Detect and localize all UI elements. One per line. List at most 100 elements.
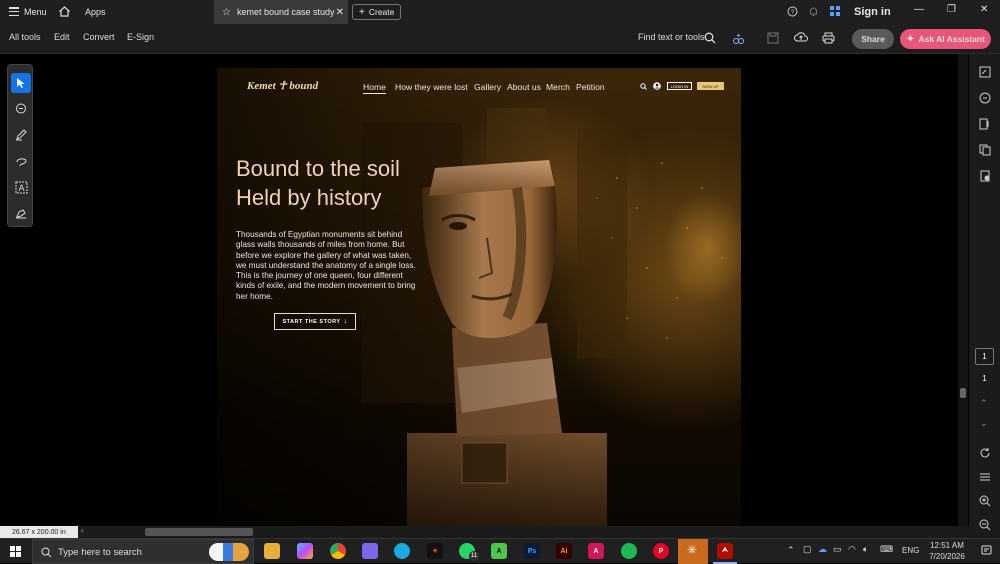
user-icon[interactable] (653, 82, 661, 90)
share-button[interactable]: Share (852, 29, 894, 49)
photoshop-icon[interactable]: Ps (524, 543, 540, 559)
bookmark-icon[interactable] (979, 118, 991, 130)
main-toolbar: All tools Edit Convert E-Sign Find text … (0, 24, 1000, 54)
chrome-icon[interactable] (330, 543, 346, 559)
svg-text:A: A (18, 183, 24, 193)
comment-rail-icon[interactable] (979, 92, 991, 104)
nav-home[interactable]: Home (363, 82, 386, 94)
page-up-icon[interactable]: ⌃ (980, 398, 988, 409)
site-search-icon[interactable] (640, 83, 647, 90)
help-icon[interactable]: ? (787, 6, 798, 17)
draw-tool-icon[interactable] (11, 151, 31, 171)
star-icon[interactable]: ☆ (222, 7, 231, 18)
horizontal-scroll-thumb[interactable] (145, 528, 253, 536)
upload-cloud-icon[interactable] (794, 31, 808, 44)
status-bar: 26.67 x 200.00 in ‹ (0, 526, 969, 538)
bell-icon[interactable] (808, 6, 819, 17)
whatsapp-badge: 11 (469, 551, 479, 561)
nav-gallery[interactable]: Gallery (474, 82, 501, 92)
select-tool-icon[interactable] (11, 73, 31, 93)
home-icon[interactable] (58, 5, 71, 18)
restore-icon[interactable]: ❐ (947, 4, 956, 15)
close-window-icon[interactable]: ✕ (980, 4, 988, 15)
edit-pdf-icon[interactable] (979, 66, 991, 78)
file-explorer-icon[interactable] (264, 543, 280, 559)
sign-in-link[interactable]: Sign in (854, 6, 891, 18)
android-studio-icon[interactable]: A (491, 543, 507, 559)
site-logo[interactable]: Kemet ☥ bound (247, 79, 318, 92)
comment-tool-icon[interactable] (11, 99, 31, 119)
right-rail: 1 1 ⌃ ⌄ (969, 54, 1000, 538)
save-icon[interactable] (767, 32, 779, 44)
page-number-input[interactable]: 1 (975, 348, 994, 365)
keyboard-icon[interactable]: ⌨ (880, 544, 893, 555)
tray-chevron-icon[interactable]: ⌃ (787, 545, 795, 556)
taskbar-search-box[interactable]: Type here to search (32, 539, 254, 564)
refresh-icon[interactable] (979, 447, 991, 459)
sparkle-tools-icon[interactable] (732, 32, 745, 45)
battery-icon[interactable]: ▭ (833, 544, 842, 555)
start-story-button[interactable]: START THE STORY ↓ (274, 313, 356, 330)
menu-button[interactable]: Menu (24, 7, 47, 17)
ask-ai-label: Ask AI Assistant (918, 34, 985, 44)
windows-start-icon[interactable] (10, 546, 21, 557)
esign-button[interactable]: E-Sign (127, 32, 154, 42)
clock[interactable]: 12:51 AM 7/20/2026 (922, 540, 972, 562)
pinterest-icon[interactable]: P (653, 543, 669, 559)
zoom-in-icon[interactable] (979, 495, 991, 507)
vertical-scroll-thumb[interactable] (960, 388, 966, 398)
fit-page-icon[interactable] (979, 471, 991, 483)
sign-tool-icon[interactable] (11, 203, 31, 223)
onedrive-icon[interactable]: ☁ (818, 544, 827, 555)
soccer-ball-icon[interactable] (209, 543, 249, 561)
nav-how-lost[interactable]: How they were lost (395, 82, 468, 92)
edit-button[interactable]: Edit (54, 32, 70, 42)
ask-ai-button[interactable]: ✦ Ask AI Assistant (900, 29, 991, 49)
vertical-scrollbar[interactable] (958, 54, 968, 526)
text-tool-icon[interactable]: A (11, 177, 31, 197)
search-icon[interactable] (704, 32, 716, 44)
hamburger-icon[interactable] (9, 7, 19, 17)
volume-icon[interactable]: 🔈︎ (863, 544, 868, 555)
canva-icon[interactable] (394, 543, 410, 559)
language-indicator[interactable]: ENG (902, 546, 919, 555)
wifi-icon[interactable]: ◠ (848, 544, 856, 555)
claude-app-icon[interactable]: ✳ (678, 539, 708, 564)
page-size-label: 26.67 x 200.00 in (0, 526, 78, 538)
page-down-icon[interactable]: ⌄ (980, 418, 988, 429)
signup-button[interactable]: SIGN UP (697, 82, 724, 90)
spotify-icon[interactable] (621, 543, 637, 559)
page-total: 1 (982, 374, 987, 383)
acrobat-reader-icon[interactable]: ⮝ (717, 543, 733, 559)
app-grid-icon[interactable] (829, 5, 841, 17)
tray-device-icon[interactable]: ▢ (803, 544, 812, 555)
copilot-icon[interactable] (297, 543, 313, 559)
acrobat-app-icon[interactable]: A (588, 543, 604, 559)
arrow-down-icon: ↓ (343, 318, 348, 325)
clock-time: 12:51 AM (930, 541, 964, 550)
convert-button[interactable]: Convert (83, 32, 115, 42)
minimize-icon[interactable]: — (914, 4, 924, 15)
login-button[interactable]: LOGIN IN (667, 82, 692, 90)
highlight-tool-icon[interactable] (11, 125, 31, 145)
apps-button[interactable]: Apps (85, 7, 106, 17)
nav-merch[interactable]: Merch (546, 82, 570, 92)
all-tools-button[interactable]: All tools (9, 32, 41, 42)
zoom-out-icon[interactable] (979, 519, 991, 531)
notification-icon[interactable] (981, 545, 992, 556)
nav-about[interactable]: About us (507, 82, 541, 92)
print-icon[interactable] (822, 32, 835, 44)
illustrator-icon[interactable]: Ai (556, 543, 572, 559)
protect-icon[interactable] (979, 170, 991, 182)
nav-petition[interactable]: Petition (576, 82, 605, 92)
scroll-left-icon[interactable]: ‹ (81, 526, 84, 535)
hero-line-2: Held by history (236, 185, 382, 210)
close-tab-icon[interactable]: ✕ (336, 7, 344, 18)
tool-palette: A (7, 64, 33, 227)
figma-icon[interactable]: ✦ (427, 543, 443, 559)
teams-icon[interactable] (362, 543, 378, 559)
tab-document[interactable]: ☆ kemet bound case study ✕ (214, 0, 348, 24)
pages-icon[interactable] (979, 144, 991, 156)
find-text-input[interactable]: Find text or tools (638, 32, 705, 42)
create-button[interactable]: + Create (352, 4, 402, 20)
